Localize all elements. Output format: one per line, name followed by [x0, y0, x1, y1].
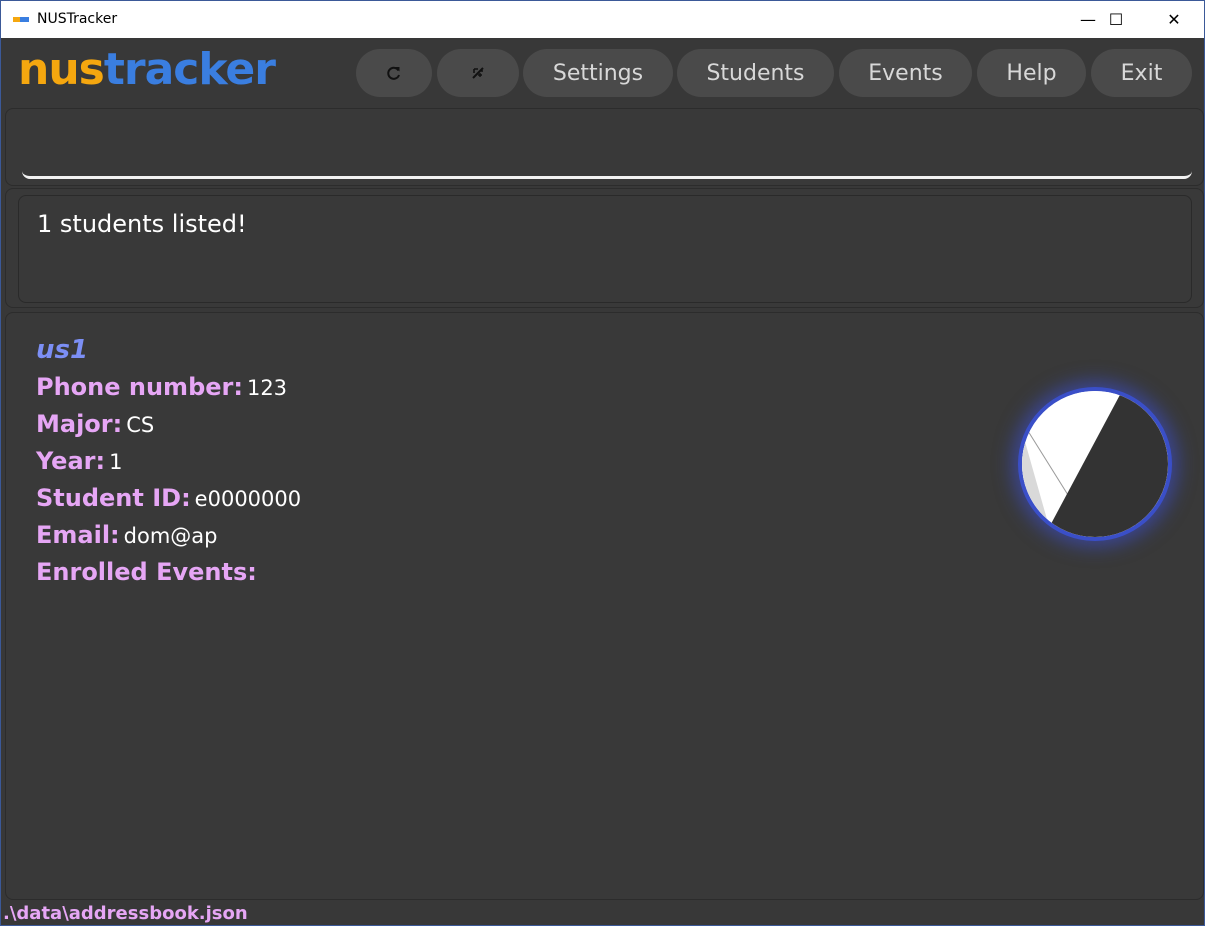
- close-icon: ✕: [1167, 10, 1181, 29]
- result-panel: 1 students listed!: [5, 188, 1204, 308]
- title-bar[interactable]: NUSTracker — ☐ ✕: [1, 1, 1204, 38]
- year-value: 1: [109, 450, 123, 474]
- close-button[interactable]: ✕: [1151, 1, 1197, 38]
- email-value: dom@ap: [123, 524, 218, 548]
- logo-tracker: tracker: [103, 44, 276, 95]
- main-content: nustracker Settings Students Events Help…: [3, 38, 1204, 925]
- settings-button[interactable]: Settings: [523, 49, 673, 97]
- enrolled-events-label: Enrolled Events:: [36, 558, 257, 586]
- exit-button[interactable]: Exit: [1091, 49, 1192, 97]
- events-button[interactable]: Events: [839, 49, 972, 97]
- student-id-value: e0000000: [194, 487, 302, 511]
- result-message: 1 students listed!: [37, 210, 247, 238]
- major-field: Major: CS: [36, 410, 154, 438]
- major-label: Major:: [36, 410, 123, 438]
- avatar-image: [1022, 391, 1168, 537]
- phone-field: Phone number: 123: [36, 373, 287, 401]
- student-avatar: [1018, 387, 1172, 541]
- logo-nus: nus: [18, 44, 105, 95]
- app-window: NUSTracker — ☐ ✕ nustracker Settings Stu…: [0, 0, 1205, 926]
- status-bar: .\data\addressbook.json: [3, 901, 1204, 925]
- year-field: Year: 1: [36, 447, 122, 475]
- help-button[interactable]: Help: [977, 49, 1086, 97]
- students-button[interactable]: Students: [677, 49, 834, 97]
- command-panel: [5, 108, 1204, 186]
- theme-toggle-icon: [472, 67, 484, 79]
- student-id-field: Student ID: e0000000: [36, 484, 301, 512]
- phone-label: Phone number:: [36, 373, 243, 401]
- student-card[interactable]: us1 Phone number: 123 Major: CS Year: 1 Stu…: [36, 335, 1136, 635]
- app-logo: nustracker: [18, 44, 276, 96]
- enrolled-events-field: Enrolled Events:: [36, 558, 261, 586]
- save-file-path: .\data\addressbook.json: [3, 903, 248, 924]
- maximize-button[interactable]: ☐: [1093, 1, 1139, 38]
- student-list-panel[interactable]: us1 Phone number: 123 Major: CS Year: 1 Stu…: [5, 312, 1204, 900]
- email-label: Email:: [36, 521, 120, 549]
- app-icon: [13, 17, 29, 22]
- refresh-icon: [387, 66, 400, 80]
- theme-toggle-button[interactable]: [437, 49, 519, 97]
- email-field: Email: dom@ap: [36, 521, 218, 549]
- window-title: NUSTracker: [37, 11, 118, 27]
- student-name: us1: [36, 335, 89, 365]
- year-label: Year:: [36, 447, 106, 475]
- phone-value: 123: [246, 376, 288, 400]
- command-input[interactable]: [22, 117, 1192, 179]
- refresh-button[interactable]: [356, 49, 432, 97]
- result-display[interactable]: 1 students listed!: [18, 195, 1192, 303]
- maximize-icon: ☐: [1108, 10, 1124, 29]
- major-value: CS: [126, 413, 155, 437]
- student-id-label: Student ID:: [36, 484, 191, 512]
